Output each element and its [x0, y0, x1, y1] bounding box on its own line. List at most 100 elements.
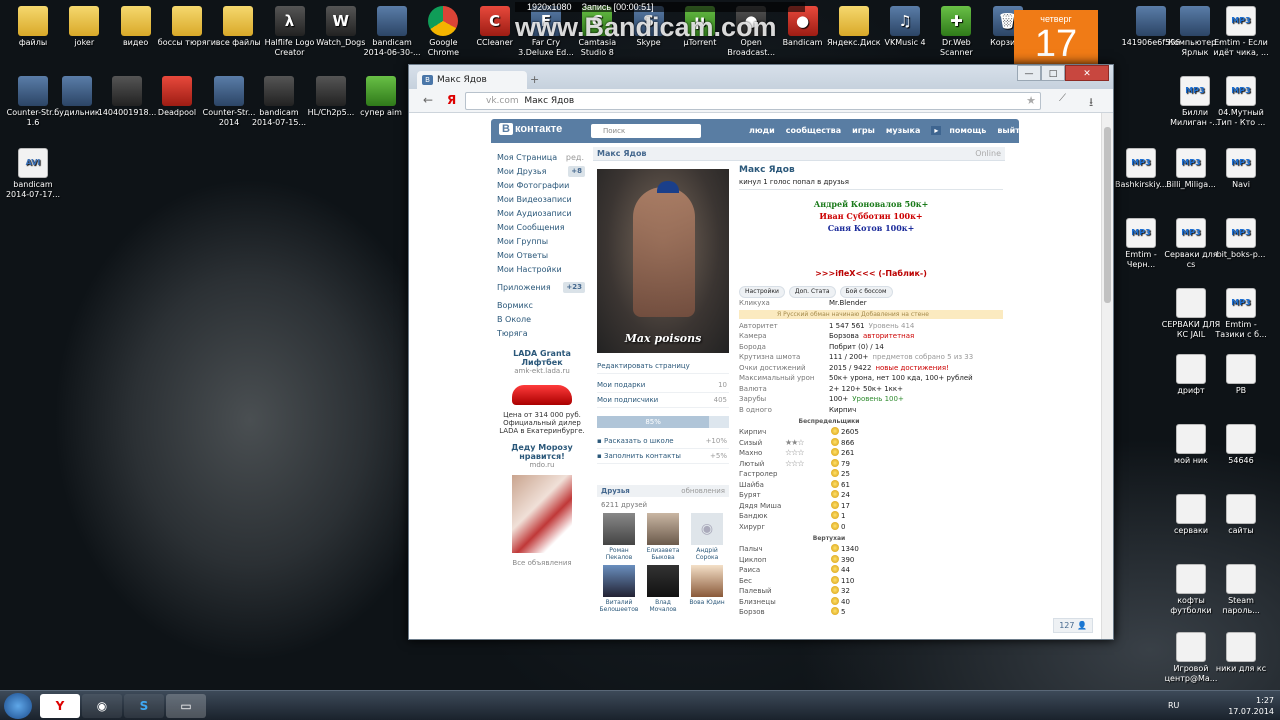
- calendar-gadget[interactable]: четверг 17: [1014, 10, 1098, 72]
- boss-row[interactable]: Шайба 61: [739, 479, 1003, 491]
- desktop-icon[interactable]: сайты: [1210, 494, 1272, 536]
- boss-row[interactable]: Раиса 44: [739, 565, 1003, 576]
- menu-photos[interactable]: Мои Фотографии: [497, 179, 587, 193]
- desktop-icon[interactable]: супер aim: [350, 76, 412, 118]
- boss-row[interactable]: Близнецы 40: [739, 596, 1003, 608]
- menu-audio[interactable]: Мои Аудиозаписи: [497, 207, 587, 221]
- desktop-icon-label: bit_boks-p...: [1216, 250, 1266, 259]
- nav-games[interactable]: игры: [852, 126, 875, 135]
- start-button[interactable]: [4, 693, 32, 719]
- desktop-icon[interactable]: MP3 Emtim - Если идёт чика, ...: [1210, 6, 1272, 58]
- desktop-icon[interactable]: ники для кс: [1210, 632, 1272, 674]
- mp3-icon: MP3: [1180, 76, 1210, 106]
- tab-extra-stats[interactable]: Доп. Стата: [788, 286, 836, 298]
- friend-item[interactable]: ◉ Андрій Сорока: [685, 513, 729, 561]
- desktop-icon[interactable]: MP3 bit_boks-p...: [1210, 218, 1272, 260]
- play-icon[interactable]: ▸: [931, 126, 942, 135]
- new-tab-button[interactable]: +: [530, 73, 539, 86]
- browser-window[interactable]: B Макс Ядов + — □ ✕ ← Я vk.com Макс Ядов ★…: [408, 64, 1114, 640]
- nav-help[interactable]: помощь: [949, 126, 986, 135]
- nav-music[interactable]: музыка: [886, 126, 920, 135]
- online-count-badge[interactable]: 127 👤: [1053, 618, 1093, 633]
- taskbar-chrome-icon[interactable]: ◉: [82, 694, 122, 718]
- menu-app-turyaga[interactable]: Тюряга: [497, 327, 587, 341]
- nav-people[interactable]: люди: [749, 126, 775, 135]
- browser-tab[interactable]: B Макс Ядов: [417, 71, 527, 89]
- school-link[interactable]: ▪ Расказать о школе +10%: [597, 434, 729, 449]
- tab-settings[interactable]: Настройки: [739, 286, 785, 298]
- boss-row[interactable]: Бурят 24: [739, 490, 1003, 501]
- vk-logo[interactable]: Bконтакте: [499, 123, 562, 135]
- boss-row[interactable]: Палевый 32: [739, 586, 1003, 597]
- profile-status[interactable]: кинул 1 голос попал в друзья: [739, 178, 1003, 190]
- menu-app-okol[interactable]: В Околе: [497, 313, 587, 327]
- boss-row[interactable]: Циклоп 390: [739, 554, 1003, 566]
- address-bar[interactable]: vk.com Макс Ядов ★: [465, 92, 1041, 110]
- nav-logout[interactable]: выйти: [997, 126, 1025, 135]
- friend-item[interactable]: Елизавета Быкова: [641, 513, 685, 561]
- vk-search-input[interactable]: Поиск: [591, 124, 701, 138]
- desktop-icon[interactable]: MP3 04.Мутный Тип - Кто ...: [1210, 76, 1272, 128]
- tab-boss-fight[interactable]: Бой с боссом: [839, 286, 893, 298]
- menu-videos[interactable]: Мои Видеозаписи: [497, 193, 587, 207]
- subscribers-link[interactable]: Мои подписчики 405: [597, 393, 729, 408]
- mp3-icon: MP3: [1226, 6, 1256, 36]
- friend-item[interactable]: Вова Юдин: [685, 565, 729, 613]
- car-image: [512, 385, 572, 405]
- close-button[interactable]: ✕: [1065, 65, 1109, 81]
- clock[interactable]: 1:27 17.07.2014: [1228, 695, 1274, 717]
- profile-avatar[interactable]: Max poisons: [597, 169, 729, 353]
- minimize-button[interactable]: —: [1017, 65, 1041, 81]
- menu-friends[interactable]: Мои Друзья +8: [497, 165, 587, 179]
- nav-communities[interactable]: сообщества: [786, 126, 841, 135]
- tools-icon[interactable]: ⟋: [1059, 93, 1066, 104]
- menu-messages[interactable]: Мои Сообщения: [497, 221, 587, 235]
- desktop-icon[interactable]: MP3 Emtim - Тазики с б...: [1210, 288, 1272, 340]
- scrollbar-thumb[interactable]: [1104, 127, 1111, 303]
- maximize-button[interactable]: □: [1041, 65, 1065, 81]
- desktop-icon[interactable]: 54646: [1210, 424, 1272, 466]
- boss-row[interactable]: Дядя Миша 17: [739, 500, 1003, 512]
- friends-header[interactable]: Друзья обновления: [597, 485, 729, 497]
- friend-item[interactable]: Виталий Белошеетов: [597, 565, 641, 613]
- menu-my-page[interactable]: Моя Страница ред.: [497, 151, 587, 165]
- taskbar-yandex-icon[interactable]: Y: [40, 694, 80, 718]
- boss-row[interactable]: Кирпич 2605: [739, 427, 1003, 438]
- ad-block[interactable]: LADA Granta Лифтбек amk-ekt.lada.ru Цена…: [497, 349, 587, 567]
- menu-answers[interactable]: Мои Ответы: [497, 249, 587, 263]
- desktop-icon-label: 54646: [1228, 456, 1254, 465]
- clan-list: Андрей Коновалов 50к+ Иван Субботин 100к…: [813, 199, 929, 278]
- boss-row[interactable]: Махно ☆☆☆ 261: [739, 448, 1003, 459]
- edit-page-link[interactable]: Редактировать страницу: [597, 359, 729, 374]
- boss-row[interactable]: Бандюк 1: [739, 511, 1003, 522]
- menu-apps[interactable]: Приложения +23: [497, 281, 587, 295]
- boss-row[interactable]: Палыч 1340: [739, 544, 1003, 555]
- gifts-link[interactable]: Мои подарки 10: [597, 378, 729, 393]
- taskbar-skype-icon[interactable]: S: [124, 694, 164, 718]
- menu-app-wormix[interactable]: Вормикс: [497, 299, 587, 313]
- boss-row[interactable]: Лютый ☆☆☆ 79: [739, 458, 1003, 470]
- desktop-icon[interactable]: Steam пароль...: [1210, 564, 1272, 616]
- yandex-icon[interactable]: Я: [447, 93, 456, 107]
- friend-item[interactable]: Роман Пекалов: [597, 513, 641, 561]
- file-icon: [1176, 288, 1206, 318]
- desktop-icon[interactable]: MP3 Navi: [1210, 148, 1272, 190]
- back-arrow-icon[interactable]: ←: [423, 93, 433, 107]
- language-indicator[interactable]: RU: [1168, 701, 1179, 710]
- boss-row[interactable]: Сизый ★★☆ 866: [739, 437, 1003, 449]
- boss-row[interactable]: Хирург 0: [739, 521, 1003, 533]
- contacts-link[interactable]: ▪ Заполнить контакты +5%: [597, 449, 729, 464]
- friend-item[interactable]: Влад Мочалов: [641, 565, 685, 613]
- menu-groups[interactable]: Мои Группы: [497, 235, 587, 249]
- boss-row[interactable]: Борзов 5: [739, 607, 1003, 618]
- taskbar-window-icon[interactable]: ▭: [166, 694, 206, 718]
- boss-row[interactable]: Гастролер 25: [739, 469, 1003, 480]
- all-ads-link[interactable]: Все объявления: [497, 559, 587, 567]
- bookmark-star-icon[interactable]: ★: [1026, 93, 1036, 109]
- desktop-icon[interactable]: AVI bandicam 2014-07-17...: [2, 148, 64, 200]
- boss-row[interactable]: Бес 110: [739, 575, 1003, 587]
- desktop-icon[interactable]: PB: [1210, 354, 1272, 396]
- menu-settings[interactable]: Мои Настройки: [497, 263, 587, 277]
- scrollbar[interactable]: [1101, 113, 1113, 639]
- download-icon[interactable]: ⭳: [1089, 93, 1093, 114]
